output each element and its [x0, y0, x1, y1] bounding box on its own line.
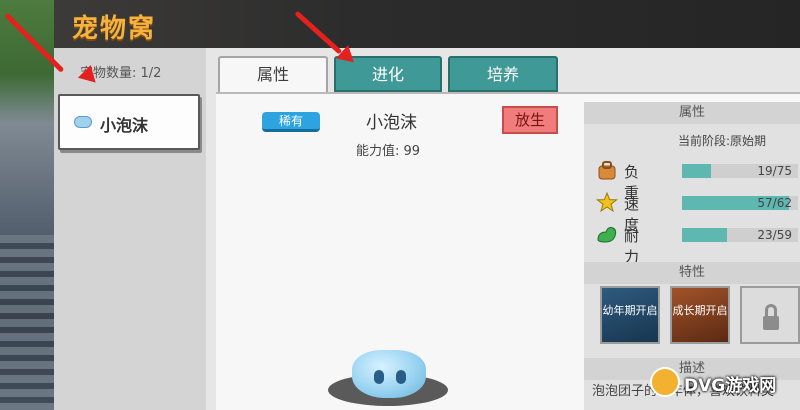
attribute-panel: 属性 当前阶段:原始期 负重 19/75 速度 57/62 耐力 23/59 特…: [584, 102, 800, 410]
trait-juvenile-label: 幼年期开启: [602, 304, 658, 317]
pet-list-panel: 宠物数量: 1/2 小泡沫: [54, 48, 206, 410]
game-background: [0, 0, 54, 410]
trait-growth[interactable]: 成长期开启: [670, 286, 730, 344]
pet-list-item-label: 小泡沫: [100, 116, 149, 135]
pet-list-item[interactable]: 小泡沫: [58, 94, 200, 150]
traits-section-title: 特性: [584, 262, 800, 284]
pet-eye: [374, 370, 384, 384]
stat-label: 耐力: [624, 227, 640, 266]
window-title: 宠物窝: [72, 14, 157, 44]
trait-growth-label: 成长期开启: [672, 304, 728, 317]
attributes-section-title: 属性: [584, 102, 800, 124]
stat-value: 23/59: [757, 228, 792, 242]
pet-name: 小泡沫: [366, 113, 417, 133]
title-bar: [54, 0, 800, 48]
star-speed-icon: [596, 192, 618, 212]
stat-bar-fill: [682, 228, 728, 242]
backpack-icon: [598, 161, 616, 180]
bubble-pet-model: [352, 350, 426, 398]
stat-bar: 19/75: [682, 164, 798, 178]
stat-bar-fill: [682, 164, 712, 178]
stat-value: 19/75: [757, 164, 792, 178]
release-button[interactable]: 放生: [502, 106, 558, 134]
gamepad-logo-icon: [650, 367, 680, 397]
pet-nest-window: 宠物数量: 1/2 小泡沫 属性 进化 培养 稀有 小泡沫 能力值: 99 放生…: [54, 48, 800, 410]
rarity-badge: 稀有: [262, 112, 320, 132]
stat-bar: 57/62: [682, 196, 798, 210]
lock-icon-body: [763, 316, 779, 330]
stat-bar: 23/59: [682, 228, 798, 242]
trait-juvenile[interactable]: 幼年期开启: [600, 286, 660, 344]
watermark-text: DVG游戏网: [684, 376, 777, 396]
tab-training[interactable]: 培养: [448, 56, 558, 92]
stat-value: 57/62: [757, 196, 792, 210]
bubble-pet-icon: [74, 116, 92, 128]
pet-eye: [396, 370, 406, 384]
power-value: 能力值: 99: [356, 144, 421, 159]
attributes-content: 稀有 小泡沫 能力值: 99 放生 属性 当前阶段:原始期 负重 19/75 速…: [216, 92, 800, 410]
tab-attributes[interactable]: 属性: [218, 56, 328, 92]
trait-locked[interactable]: [740, 286, 800, 344]
current-stage: 当前阶段:原始期: [678, 134, 767, 148]
muscle-icon: [597, 227, 617, 243]
